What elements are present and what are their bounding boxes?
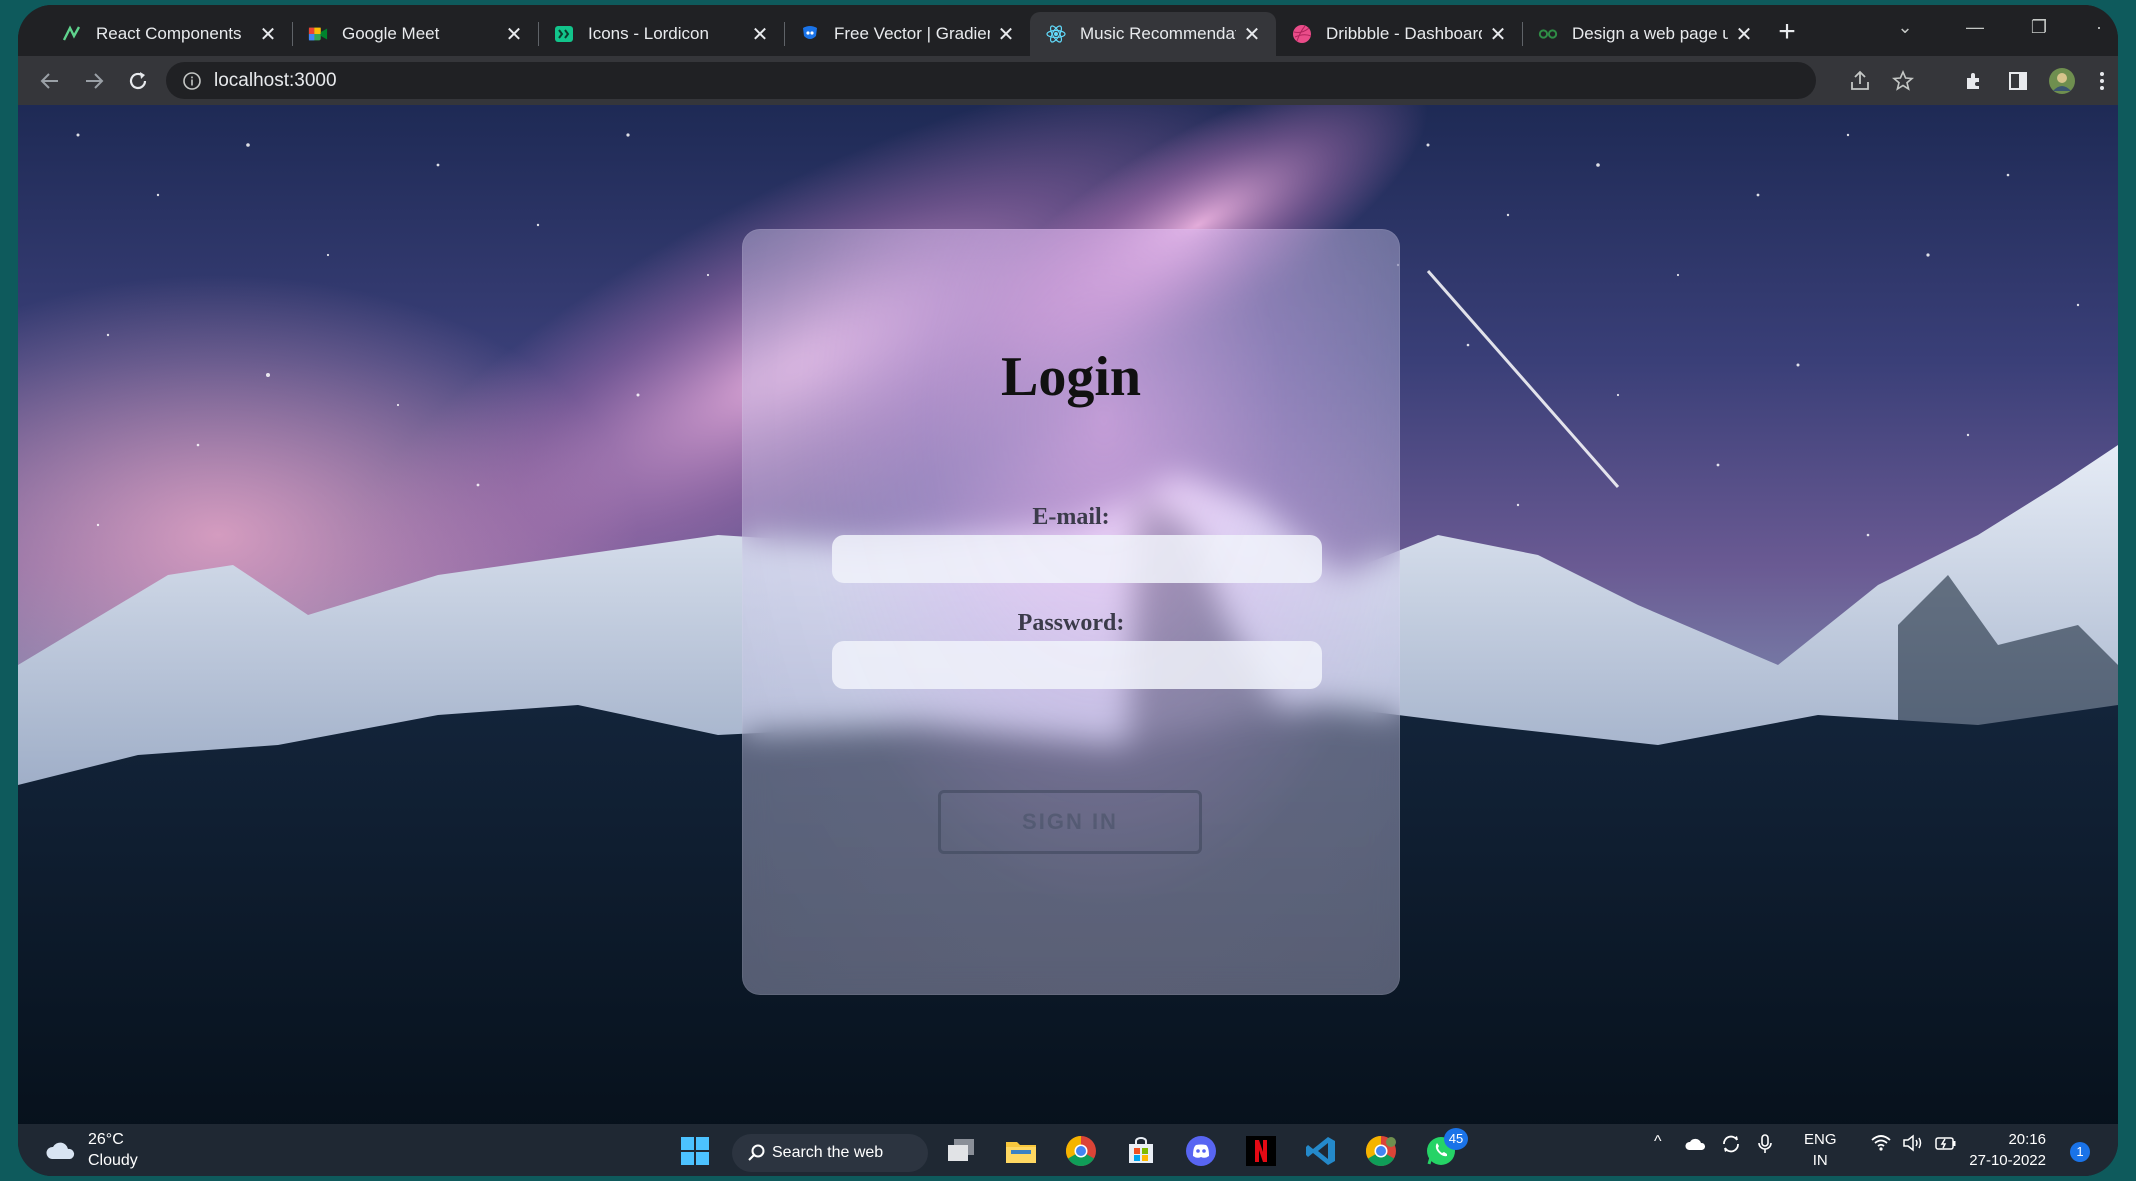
email-field[interactable] [832, 535, 1322, 583]
screen: React Components ✕ Google Meet ✕ Icons -… [18, 5, 2118, 1176]
close-icon[interactable]: ✕ [1734, 22, 1754, 47]
menu-icon[interactable] [2086, 65, 2118, 97]
close-window-icon[interactable]: · [2084, 17, 2114, 38]
weather-status[interactable]: Cloudy [88, 1152, 138, 1170]
close-icon[interactable]: ✕ [504, 22, 524, 47]
tab-title: React Components [96, 24, 242, 43]
page-viewport: Login E-mail: Password: SIGN IN [18, 105, 2118, 1131]
tab-title: Google Meet [342, 24, 440, 43]
tab-lordicon[interactable]: Icons - Lordicon ✕ [538, 12, 785, 56]
weather-temperature[interactable]: 26°C [88, 1131, 124, 1149]
login-card: Login E-mail: Password: SIGN IN [742, 229, 1400, 995]
sync-icon[interactable] [1720, 1133, 1742, 1160]
microphone-icon[interactable] [1756, 1133, 1774, 1160]
battery-charging-icon[interactable] [1934, 1133, 1958, 1158]
taskbar-search[interactable]: Search the web [732, 1134, 928, 1172]
new-tab-button[interactable]: + [1770, 15, 1804, 49]
geeks-icon [1538, 24, 1558, 44]
lordicon-icon [554, 24, 574, 44]
profile-avatar-icon[interactable] [2046, 65, 2078, 97]
close-icon[interactable]: ✕ [996, 22, 1016, 47]
notification-badge[interactable]: 1 [2070, 1142, 2090, 1162]
address-bar[interactable]: localhost:3000 [166, 62, 1816, 99]
tab-free-vector[interactable]: Free Vector | Gradient ✕ [784, 12, 1031, 56]
close-icon[interactable]: ✕ [258, 22, 278, 47]
forward-icon[interactable] [78, 65, 110, 97]
language-region: IN [1812, 1152, 1828, 1169]
tab-title: Music Recommendati [1080, 24, 1236, 43]
side-panel-icon[interactable] [2002, 65, 2034, 97]
react-atom-icon [1046, 24, 1066, 44]
chrome-active-icon[interactable] [1362, 1132, 1400, 1170]
whatsapp-badge: 45 [1444, 1128, 1468, 1150]
show-hidden-icons-icon[interactable]: ^ [1654, 1133, 1662, 1151]
vscode-icon[interactable] [1302, 1132, 1340, 1170]
reload-icon[interactable] [122, 65, 154, 97]
react-icon [62, 24, 82, 44]
tab-title: Free Vector | Gradient [834, 24, 990, 43]
url-text[interactable]: localhost:3000 [214, 70, 337, 92]
tab-title: Design a web page u [1572, 24, 1728, 43]
file-explorer-icon[interactable] [1002, 1132, 1040, 1170]
extensions-icon[interactable] [1958, 65, 1990, 97]
tab-design-web-page[interactable]: Design a web page u ✕ [1522, 12, 1768, 56]
volume-icon[interactable] [1902, 1133, 1924, 1158]
share-icon[interactable] [1844, 65, 1876, 97]
tab-react-components[interactable]: React Components ✕ [46, 12, 293, 56]
search-icon [748, 1144, 766, 1162]
restore-icon[interactable]: ❐ [2024, 17, 2054, 38]
task-view-icon[interactable] [942, 1132, 980, 1170]
browser-toolbar: localhost:3000 [18, 56, 2118, 105]
system-clock[interactable]: 20:16 27-10-2022 [1966, 1129, 2046, 1171]
dribbble-icon [1292, 24, 1312, 44]
language-code: ENG [1804, 1131, 1837, 1148]
language-indicator[interactable]: ENG IN [1804, 1129, 1837, 1171]
google-meet-icon [308, 24, 328, 44]
minimize-icon[interactable]: — [1960, 17, 1990, 38]
wifi-icon[interactable] [1870, 1133, 1892, 1158]
cloudy-weather-icon[interactable] [42, 1132, 80, 1170]
login-title: Login [1000, 346, 1142, 408]
clock-time: 20:16 [2008, 1131, 2046, 1148]
windows-start-icon[interactable] [676, 1132, 714, 1170]
clock-date: 27-10-2022 [1969, 1152, 2046, 1169]
close-icon[interactable]: ✕ [1488, 22, 1508, 47]
microsoft-store-icon[interactable] [1122, 1132, 1160, 1170]
site-info-icon[interactable] [182, 71, 202, 96]
close-icon[interactable]: ✕ [1242, 22, 1262, 47]
email-label: E-mail: [1032, 504, 1110, 530]
chrome-icon[interactable] [1062, 1132, 1100, 1170]
tab-title: Dribbble - Dashboard [1326, 24, 1482, 43]
back-icon[interactable] [34, 65, 66, 97]
freepik-icon [800, 24, 820, 44]
password-label: Password: [1017, 610, 1125, 636]
netflix-icon[interactable] [1242, 1132, 1280, 1170]
onedrive-cloud-icon[interactable] [1684, 1136, 1708, 1157]
sign-in-button[interactable]: SIGN IN [938, 790, 1202, 854]
tab-strip: React Components ✕ Google Meet ✕ Icons -… [18, 5, 2118, 56]
tab-dribbble[interactable]: Dribbble - Dashboard ✕ [1276, 12, 1523, 56]
tab-search-icon[interactable]: ⌄ [1890, 17, 1920, 38]
discord-icon[interactable] [1182, 1132, 1220, 1170]
tab-title: Icons - Lordicon [588, 24, 709, 43]
bookmark-star-icon[interactable] [1887, 65, 1919, 97]
close-icon[interactable]: ✕ [750, 22, 770, 47]
windows-taskbar: 26°C Cloudy Search the web 45 ^ ENG IN 2… [18, 1124, 2118, 1176]
search-label: Search the web [772, 1144, 884, 1161]
tab-google-meet[interactable]: Google Meet ✕ [292, 12, 539, 56]
tab-music-recommendation[interactable]: Music Recommendati ✕ [1030, 12, 1276, 56]
password-field[interactable] [832, 641, 1322, 689]
